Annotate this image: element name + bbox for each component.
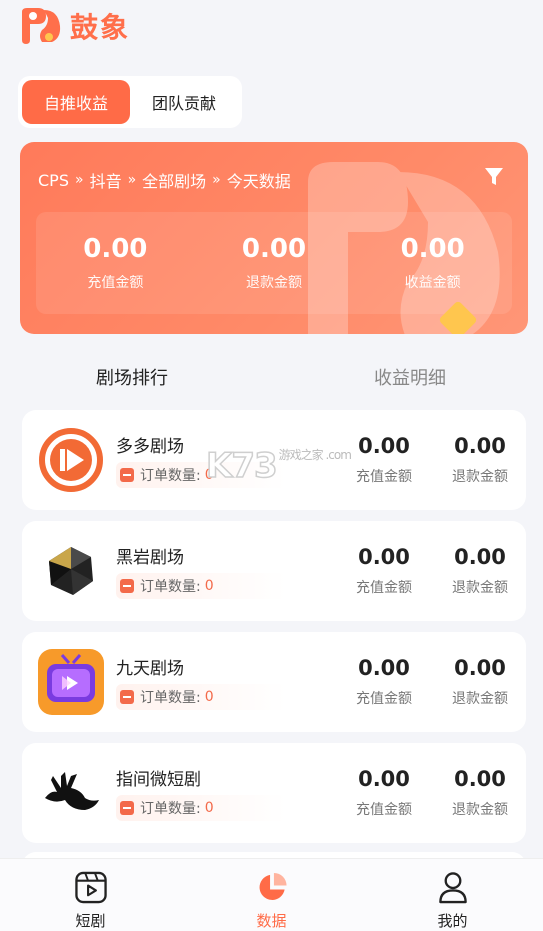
refund-value: 0.00	[454, 545, 506, 569]
tab-theater-ranking[interactable]: 剧场排行	[96, 364, 168, 390]
breadcrumb-theater: 全部剧场	[142, 172, 207, 191]
stat-refund: 0.00 退款金额	[195, 212, 354, 314]
section-tabs: 剧场排行 收益明细	[0, 364, 543, 394]
watermark-sub: 游戏之家 .com	[278, 448, 352, 462]
stat-recharge: 0.00 充值金额	[36, 212, 195, 314]
recharge-label: 充值金额	[356, 469, 412, 485]
stat-value: 0.00	[241, 234, 307, 264]
theater-name: 指间微短剧	[116, 770, 201, 790]
stat-label: 充值金额	[87, 275, 144, 291]
brand-name: 鼓象	[70, 11, 131, 44]
refund-value: 0.00	[454, 767, 506, 791]
summary-banner: CPS » 抖音 » 全部剧场 » 今天数据 0.00 充值金额 0.00 退款…	[20, 142, 528, 334]
stat-label: 收益金额	[404, 275, 461, 291]
video-icon	[74, 871, 107, 904]
black-gem-icon	[38, 538, 104, 604]
order-label: 订单数量:	[140, 690, 201, 706]
bird-hand-icon	[38, 760, 104, 826]
filter-icon[interactable]	[484, 166, 504, 188]
theater-card[interactable]: 九天剧场 订单数量: 0 0.00 充值金额 0.00 退款金额	[22, 632, 526, 732]
tab-label: 我的	[437, 912, 468, 930]
watermark-text: K73	[205, 445, 278, 487]
breadcrumb-separator: »	[74, 172, 84, 188]
summary-stats: 0.00 充值金额 0.00 退款金额 0.00 收益金额	[36, 212, 512, 314]
breadcrumb-platform: 抖音	[89, 172, 122, 191]
refund-metric: 0.00 退款金额	[440, 545, 520, 597]
stat-label: 退款金额	[246, 275, 302, 291]
refund-metric: 0.00 退款金额	[440, 434, 520, 486]
order-label: 订单数量:	[140, 468, 201, 484]
order-icon	[120, 468, 134, 482]
income-type-tabs: 自推收益 团队贡献	[18, 76, 242, 128]
theater-name: 黑岩剧场	[116, 548, 184, 568]
recharge-metric: 0.00 充值金额	[344, 767, 424, 819]
app-header: 鼓象	[18, 6, 130, 46]
recharge-label: 充值金额	[356, 691, 412, 707]
tab-data[interactable]: 数据	[181, 859, 362, 931]
breadcrumb-separator: »	[127, 172, 137, 188]
order-count-badge: 订单数量: 0	[116, 684, 286, 710]
refund-metric: 0.00 退款金额	[440, 767, 520, 819]
elephant-logo-icon	[18, 6, 64, 46]
site-watermark: K73 游戏之家 .com	[205, 445, 352, 487]
order-label: 订单数量:	[140, 801, 201, 817]
breadcrumb-separator: »	[212, 172, 221, 188]
order-count-badge: 订单数量: 0	[116, 795, 286, 821]
refund-value: 0.00	[454, 656, 506, 680]
recharge-label: 充值金额	[356, 802, 412, 818]
order-count: 0	[204, 800, 214, 816]
recharge-metric: 0.00 充值金额	[344, 656, 424, 708]
breadcrumb-period: 今天数据	[226, 172, 291, 191]
play-circle-icon	[38, 427, 104, 493]
recharge-value: 0.00	[358, 656, 410, 680]
recharge-metric: 0.00 充值金额	[344, 545, 424, 597]
recharge-label: 充值金额	[356, 580, 412, 596]
pie-chart-icon	[259, 872, 287, 900]
recharge-value: 0.00	[358, 434, 410, 458]
theater-card[interactable]: 指间微短剧 订单数量: 0 0.00 充值金额 0.00 退款金额	[22, 743, 526, 843]
tab-mine[interactable]: 我的	[362, 859, 543, 931]
order-icon	[120, 690, 134, 704]
stat-value: 0.00	[400, 234, 465, 264]
refund-label: 退款金额	[452, 580, 508, 596]
tab-income-detail[interactable]: 收益明细	[374, 364, 446, 390]
tab-self-income[interactable]: 自推收益	[22, 80, 130, 124]
tab-label: 短剧	[75, 912, 106, 930]
recharge-value: 0.00	[358, 545, 410, 569]
breadcrumb-channel: CPS	[38, 170, 69, 190]
tv-play-icon	[38, 649, 104, 715]
user-icon	[438, 872, 467, 904]
stat-income: 0.00 收益金额	[353, 212, 512, 314]
order-label: 订单数量:	[140, 579, 201, 595]
refund-value: 0.00	[454, 434, 506, 458]
order-count: 0	[204, 578, 214, 594]
stat-value: 0.00	[83, 234, 148, 264]
refund-metric: 0.00 退款金额	[440, 656, 520, 708]
refund-label: 退款金额	[452, 802, 508, 818]
order-count-badge: 订单数量: 0	[116, 573, 286, 599]
tab-short-drama[interactable]: 短剧	[0, 859, 181, 931]
tab-label: 数据	[256, 912, 287, 930]
breadcrumb[interactable]: CPS » 抖音 » 全部剧场 » 今天数据	[38, 168, 291, 192]
theater-name: 多多剧场	[116, 437, 184, 457]
theater-name: 九天剧场	[116, 659, 184, 679]
order-icon	[120, 579, 134, 593]
order-count: 0	[204, 689, 214, 705]
refund-label: 退款金额	[452, 691, 508, 707]
refund-label: 退款金额	[452, 469, 508, 485]
tab-team-contribution[interactable]: 团队贡献	[130, 80, 238, 124]
bottom-tab-bar: 短剧 数据 我的	[0, 858, 543, 931]
order-icon	[120, 801, 134, 815]
recharge-metric: 0.00 充值金额	[344, 434, 424, 486]
theater-card[interactable]: 黑岩剧场 订单数量: 0 0.00 充值金额 0.00 退款金额	[22, 521, 526, 621]
recharge-value: 0.00	[358, 767, 410, 791]
